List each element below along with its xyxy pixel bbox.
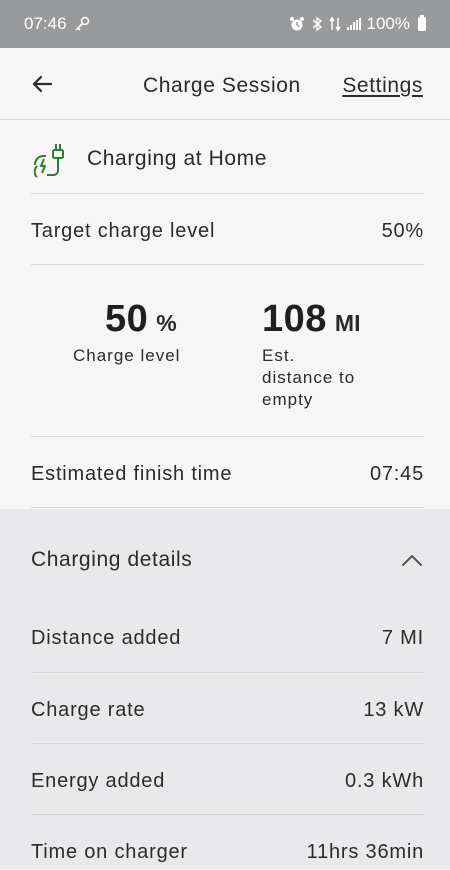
distance-value: 108 <box>262 298 327 340</box>
alarm-icon <box>289 17 304 31</box>
detail-label: Charge rate <box>31 698 146 721</box>
chevron-up-icon <box>402 555 422 566</box>
charge-level-label: Charge level <box>73 346 181 365</box>
detail-value: 7 MI <box>381 626 424 649</box>
finish-time-row: Estimated finish time 07:45 <box>31 456 424 492</box>
charge-level-stat: 50% Charge level <box>73 298 180 367</box>
divider <box>31 743 424 744</box>
data-icon <box>328 16 341 32</box>
bluetooth-icon <box>312 16 322 32</box>
detail-value: 0.3 kWh <box>345 769 424 792</box>
battery-icon <box>418 15 426 31</box>
key-icon <box>74 16 89 31</box>
charging-plug-icon <box>33 144 64 178</box>
divider <box>31 672 424 673</box>
distance-label-line: Est. <box>262 346 296 365</box>
settings-link[interactable]: Settings <box>342 74 423 98</box>
detail-label: Distance added <box>31 626 182 649</box>
charging-details-toggle[interactable]: Charging details <box>31 545 424 575</box>
charging-details-panel: Charging details Distance added 7 MI Cha… <box>0 509 450 869</box>
charge-level-unit: % <box>156 310 177 336</box>
divider <box>31 264 424 265</box>
signal-icon <box>346 18 361 30</box>
divider <box>31 193 424 194</box>
detail-label: Energy added <box>31 769 166 792</box>
detail-row-distance-added: Distance added 7 MI <box>31 620 424 656</box>
finish-time-label: Estimated finish time <box>31 462 233 485</box>
target-charge-value: 50% <box>381 219 424 242</box>
status-time: 07:46 <box>24 14 67 33</box>
page-title: Charge Session <box>143 74 301 97</box>
status-bar: 07:46 100% <box>0 0 450 48</box>
detail-value: 11hrs 36min <box>306 840 424 863</box>
distance-label: Est. distance to empty <box>262 345 360 411</box>
status-left: 07:46 <box>24 14 91 34</box>
distance-unit: MI <box>334 310 361 336</box>
divider <box>31 436 424 437</box>
divider <box>31 814 424 815</box>
distance-label-line: distance to <box>262 368 356 387</box>
detail-value: 13 kW <box>363 698 424 721</box>
charging-details-title: Charging details <box>31 548 193 571</box>
detail-label: Time on charger <box>31 840 188 863</box>
detail-row-energy-added: Energy added 0.3 kWh <box>31 763 424 799</box>
arrow-left-icon <box>32 75 53 93</box>
detail-row-time-on-charger: Time on charger 11hrs 36min <box>31 834 424 870</box>
distance-stat: 108 MI Est. distance to empty <box>262 298 360 411</box>
target-charge-row[interactable]: Target charge level 50% <box>31 213 424 249</box>
charge-level-value: 50 <box>105 298 149 340</box>
charging-location-label: Charging at Home <box>87 147 268 170</box>
finish-time-value: 07:45 <box>369 462 424 485</box>
divider <box>31 507 424 508</box>
target-charge-label: Target charge level <box>31 219 216 242</box>
distance-label-line: empty <box>262 390 314 409</box>
charging-location-row: Charging at Home <box>31 134 424 184</box>
status-right: 100% <box>289 14 426 34</box>
battery-percent: 100% <box>366 14 410 33</box>
app-bar: Charge Session Settings <box>0 48 450 120</box>
detail-row-charge-rate: Charge rate 13 kW <box>31 692 424 728</box>
back-button[interactable] <box>22 64 62 104</box>
